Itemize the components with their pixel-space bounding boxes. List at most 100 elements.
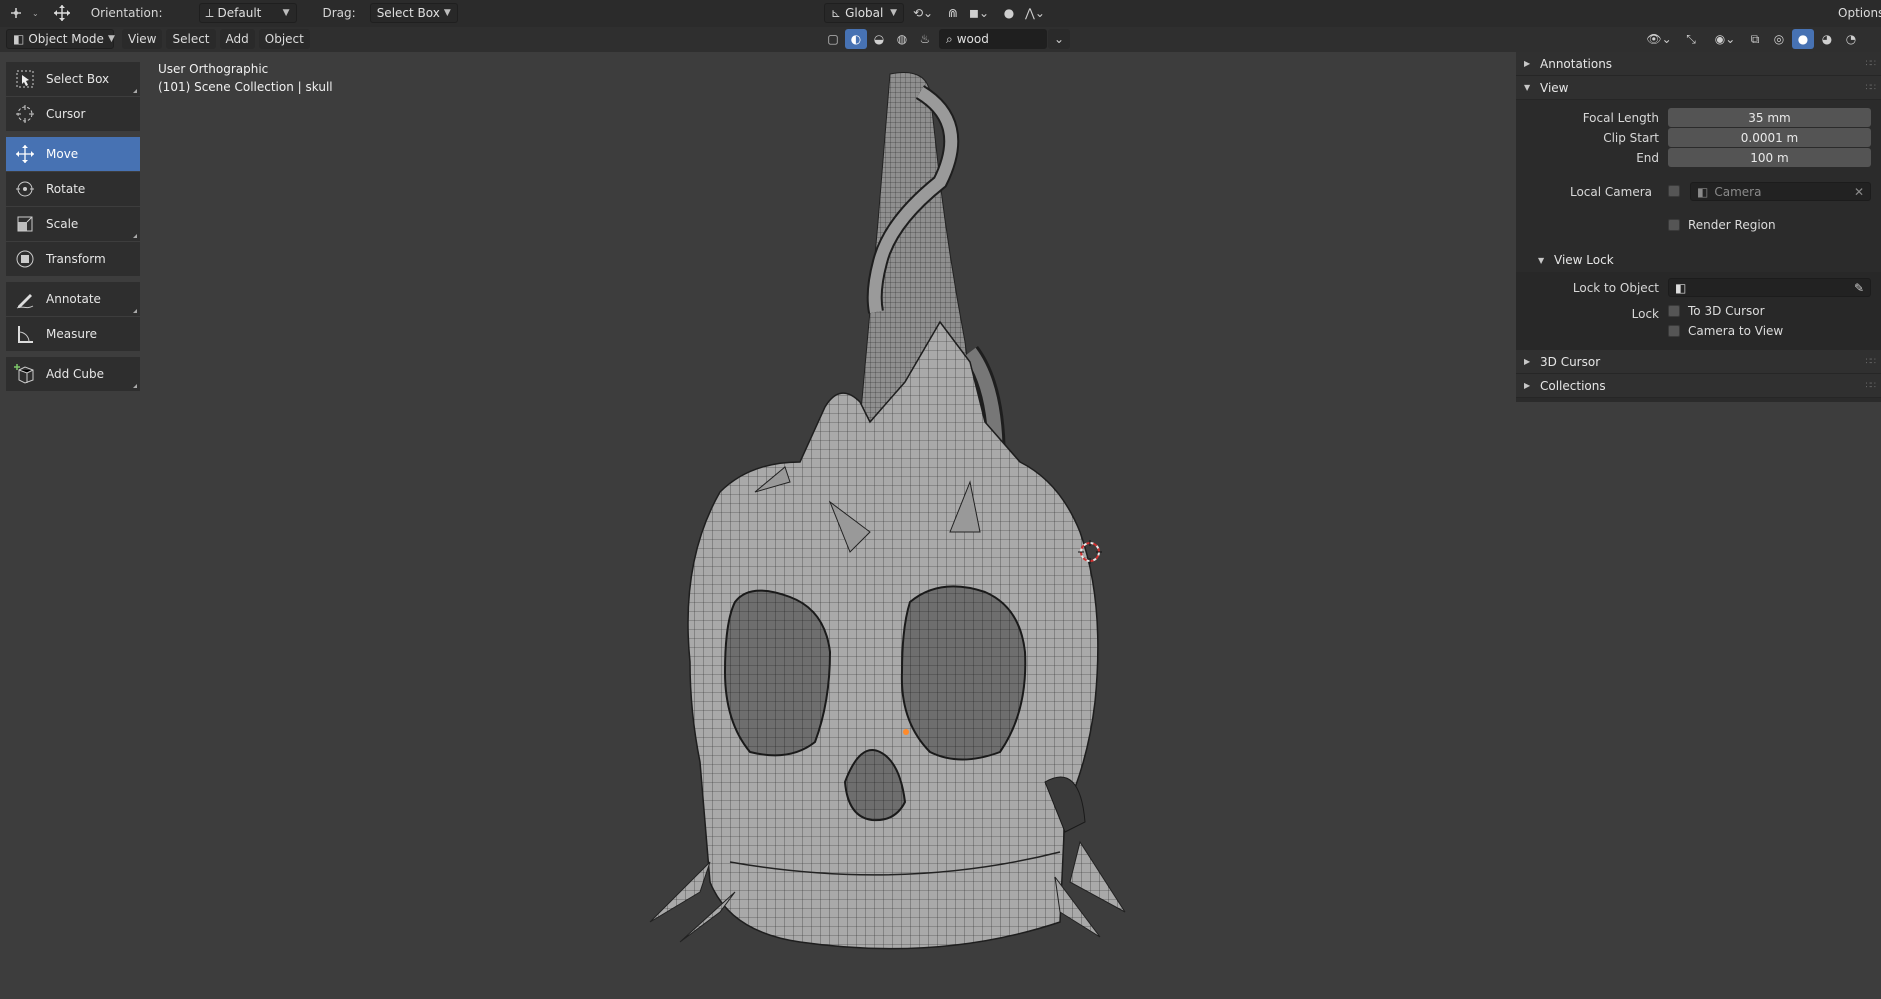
tool-add-cube[interactable]: Add Cube: [6, 357, 140, 391]
chevron-down-icon: ▼: [890, 8, 897, 18]
local-camera-field[interactable]: ◧ Camera ✕: [1690, 182, 1871, 201]
orientation-icon: ⟂: [205, 5, 214, 20]
sidebar-n-panel: ▶ Annotations ∷∷ ▼ View ∷∷ Focal Length …: [1516, 52, 1881, 402]
expanded-arrow-icon: ▼: [1524, 83, 1531, 92]
solid-filter-icon[interactable]: ◐: [845, 29, 867, 49]
snap-target-icon[interactable]: ◼⌄: [968, 3, 990, 23]
section-3d-cursor[interactable]: ▶ 3D Cursor ∷∷: [1516, 350, 1881, 374]
section-title: Annotations: [1540, 56, 1613, 71]
snap-icon[interactable]: ⋒: [942, 3, 964, 23]
add-cube-icon: [14, 363, 36, 385]
measure-icon: [14, 323, 36, 345]
subsection-view-lock[interactable]: ▼ View Lock: [1516, 248, 1881, 272]
clip-end-field[interactable]: 100 m: [1668, 148, 1871, 167]
editor-type-icon[interactable]: [6, 3, 28, 23]
drag-dropdown[interactable]: Select Box ▼: [369, 3, 458, 23]
tool-label: Scale: [46, 217, 79, 231]
focal-length-row: Focal Length 35 mm: [1516, 108, 1881, 128]
drag-handle-icon[interactable]: ∷∷: [1866, 59, 1877, 69]
checkbox-box[interactable]: [1668, 305, 1680, 317]
pivot-point-icon[interactable]: ⟲⌄: [908, 3, 938, 23]
filter-dropdown-icon[interactable]: ⌄: [1048, 29, 1070, 49]
tool-options-corner: [133, 384, 137, 388]
skull-mesh-object[interactable]: [640, 62, 1200, 970]
to-3d-cursor-checkbox[interactable]: To 3D Cursor: [1668, 304, 1765, 318]
tool-transform[interactable]: Transform: [6, 242, 140, 276]
drag-label: Drag:: [322, 6, 356, 20]
viewport-info: User Orthographic (101) Scene Collection…: [158, 60, 333, 96]
texture-filter-icon[interactable]: ◍: [891, 29, 913, 49]
rotate-icon: [14, 178, 36, 200]
view-name: User Orthographic: [158, 62, 269, 76]
menu-view[interactable]: View: [122, 29, 163, 49]
render-region-checkbox[interactable]: Render Region: [1668, 218, 1776, 232]
collection-info: (101) Scene Collection | skull: [158, 80, 333, 94]
shading-solid-icon[interactable]: ●: [1792, 29, 1814, 49]
tool-label: Transform: [46, 252, 106, 266]
tool-label: Select Box: [46, 72, 110, 86]
move-tool-icon[interactable]: [51, 3, 73, 23]
gizmo-icon[interactable]: ⤡: [1676, 29, 1706, 49]
tool-measure[interactable]: Measure: [6, 317, 140, 351]
render-region-row: Render Region: [1516, 218, 1881, 238]
section-view[interactable]: ▼ View ∷∷: [1516, 76, 1881, 100]
tool-select-box[interactable]: Select Box: [6, 62, 140, 96]
object-icon: ◧: [1675, 280, 1687, 295]
shading-material-icon[interactable]: ◕: [1816, 29, 1838, 49]
move-icon: [14, 143, 36, 165]
local-camera-placeholder: Camera: [1714, 184, 1762, 199]
render-region-label: Render Region: [1688, 218, 1776, 232]
search-value: wood: [956, 32, 989, 46]
orientation-dropdown[interactable]: ⟂ Default ▼: [198, 3, 297, 23]
tool-cursor[interactable]: Cursor: [6, 97, 140, 131]
checkbox-box[interactable]: [1668, 219, 1680, 231]
options-menu[interactable]: Options: [1832, 3, 1881, 23]
camera-object-icon: ◧: [1697, 184, 1709, 199]
tool-label: Cursor: [46, 107, 86, 121]
cursor-icon: [14, 103, 36, 125]
section-collections[interactable]: ▶ Collections ∷∷: [1516, 374, 1881, 398]
menu-object[interactable]: Object: [258, 29, 310, 49]
wireframe-filter-icon[interactable]: ▢: [822, 29, 844, 49]
drag-handle-icon[interactable]: ∷∷: [1866, 357, 1877, 367]
falloff-icon[interactable]: ⋀⌄: [1024, 3, 1046, 23]
shading-wireframe-icon[interactable]: ◎: [1768, 29, 1790, 49]
drag-handle-icon[interactable]: ∷∷: [1866, 381, 1877, 391]
eyedropper-icon[interactable]: ✎: [1854, 281, 1864, 295]
tool-move[interactable]: Move: [6, 137, 140, 171]
menu-add[interactable]: Add: [219, 29, 255, 49]
camera-to-view-checkbox[interactable]: Camera to View: [1668, 324, 1783, 338]
tool-annotate[interactable]: Annotate: [6, 282, 140, 316]
chevron-down-icon: ▼: [107, 34, 115, 44]
transform-orientation-dropdown[interactable]: ⊾ Global ▼: [824, 3, 904, 23]
lock-to-object-field[interactable]: ◧ ✎: [1668, 278, 1871, 297]
tool-settings-header: ⌄ Orientation: ⟂ Default ▼ Drag: Select …: [0, 0, 1881, 27]
menu-select[interactable]: Select: [166, 29, 216, 49]
clip-end-row: End 100 m: [1516, 148, 1881, 168]
drag-handle-icon[interactable]: ∷∷: [1866, 83, 1877, 93]
checkbox-box[interactable]: [1668, 325, 1680, 337]
annotate-icon: [14, 288, 36, 310]
tool-scale[interactable]: Scale: [6, 207, 140, 241]
search-field[interactable]: ⌕ wood: [939, 29, 1047, 49]
tool-rotate[interactable]: Rotate: [6, 172, 140, 206]
overlay-icon[interactable]: ◉⌄: [1708, 29, 1742, 49]
chevron-down-icon: ▼: [282, 8, 290, 18]
3d-cursor-icon[interactable]: [1078, 540, 1102, 564]
local-camera-checkbox[interactable]: [1668, 185, 1680, 197]
xray-icon[interactable]: ⧉: [1744, 29, 1766, 49]
shading-rendered-icon[interactable]: ◔: [1840, 29, 1862, 49]
object-mode-icon: ◧: [13, 32, 25, 46]
to-3d-cursor-label: To 3D Cursor: [1688, 304, 1765, 318]
lock-3d-cursor-row: Lock To 3D Cursor: [1516, 304, 1881, 324]
clear-x-icon[interactable]: ✕: [1854, 185, 1864, 199]
section-annotations[interactable]: ▶ Annotations ∷∷: [1516, 52, 1881, 76]
drag-value: Select Box: [376, 6, 440, 20]
mode-dropdown[interactable]: ◧ Object Mode ▼: [6, 29, 115, 49]
focal-length-field[interactable]: 35 mm: [1668, 108, 1871, 127]
light-filter-icon[interactable]: ♨: [914, 29, 936, 49]
clip-start-field[interactable]: 0.0001 m: [1668, 128, 1871, 147]
proportional-edit-icon[interactable]: ●: [998, 3, 1020, 23]
material-filter-icon[interactable]: ◒: [868, 29, 890, 49]
visibility-eye-icon[interactable]: 👁⌄: [1644, 29, 1674, 49]
